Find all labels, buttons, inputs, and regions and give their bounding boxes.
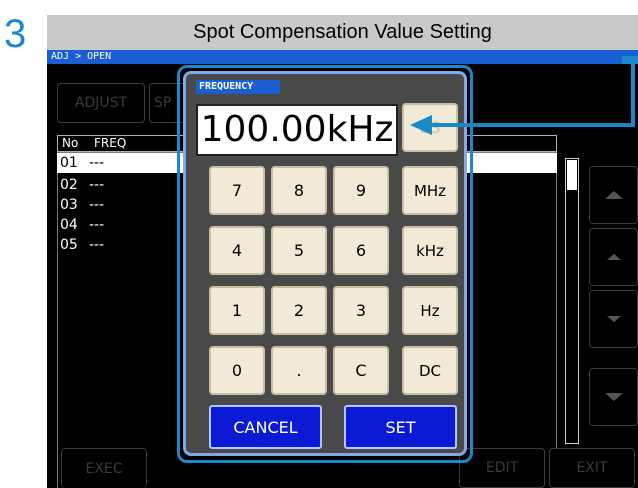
key-clear[interactable]: C — [333, 346, 389, 395]
key-mhz[interactable]: MHz — [402, 166, 458, 215]
key-5[interactable]: 5 — [271, 226, 327, 275]
key-8[interactable]: 8 — [271, 166, 327, 215]
dialog-title: FREQUENCY — [196, 80, 280, 94]
key-dot[interactable]: . — [271, 346, 327, 395]
callout-arrow-line — [430, 123, 635, 127]
key-2[interactable]: 2 — [271, 286, 327, 335]
key-1[interactable]: 1 — [209, 286, 265, 335]
row-freq: --- — [89, 177, 105, 193]
set-button[interactable]: SET — [344, 405, 457, 449]
callout-arrow-icon — [410, 115, 432, 135]
callout-arrow-cap — [622, 56, 638, 64]
page-up-icon — [604, 191, 623, 199]
key-6[interactable]: 6 — [333, 226, 389, 275]
scroll-down-button[interactable] — [589, 290, 638, 348]
row-no: 02 — [60, 177, 78, 193]
row-freq: --- — [89, 237, 105, 253]
step-number: 3 — [4, 12, 27, 56]
callout-arrow-line — [631, 60, 635, 127]
key-0[interactable]: 0 — [209, 346, 265, 395]
exec-button[interactable]: EXEC — [61, 448, 147, 488]
page-up-button[interactable] — [589, 166, 638, 224]
column-header-freq: FREQ — [94, 136, 127, 150]
scrollbar[interactable] — [565, 158, 579, 444]
row-no: 04 — [60, 217, 78, 233]
scrollbar-thumb[interactable] — [567, 160, 577, 190]
row-freq: --- — [89, 217, 105, 233]
row-no: 05 — [60, 237, 78, 253]
scroll-up-icon — [606, 254, 621, 260]
key-9[interactable]: 9 — [333, 166, 389, 215]
frequency-value-display: 100.00kHz — [196, 104, 398, 156]
cancel-button[interactable]: CANCEL — [209, 405, 322, 449]
row-freq: --- — [89, 155, 105, 171]
row-no: 01 — [60, 155, 78, 171]
key-khz[interactable]: kHz — [402, 226, 458, 275]
row-freq: --- — [89, 197, 105, 213]
page-title: Spot Compensation Value Setting — [47, 15, 638, 50]
column-header-no: No — [62, 136, 79, 150]
key-dc[interactable]: DC — [402, 346, 458, 395]
page-down-button[interactable] — [589, 368, 638, 426]
breadcrumb: ADJ > OPEN — [47, 50, 638, 64]
page-down-icon — [604, 393, 623, 401]
key-3[interactable]: 3 — [333, 286, 389, 335]
row-no: 03 — [60, 197, 78, 213]
adjust-button[interactable]: ADJUST — [57, 83, 145, 123]
scroll-down-icon — [606, 316, 621, 322]
key-4[interactable]: 4 — [209, 226, 265, 275]
key-7[interactable]: 7 — [209, 166, 265, 215]
key-hz[interactable]: Hz — [402, 286, 458, 335]
exit-button[interactable]: EXIT — [549, 448, 635, 488]
scroll-up-button[interactable] — [589, 228, 638, 286]
